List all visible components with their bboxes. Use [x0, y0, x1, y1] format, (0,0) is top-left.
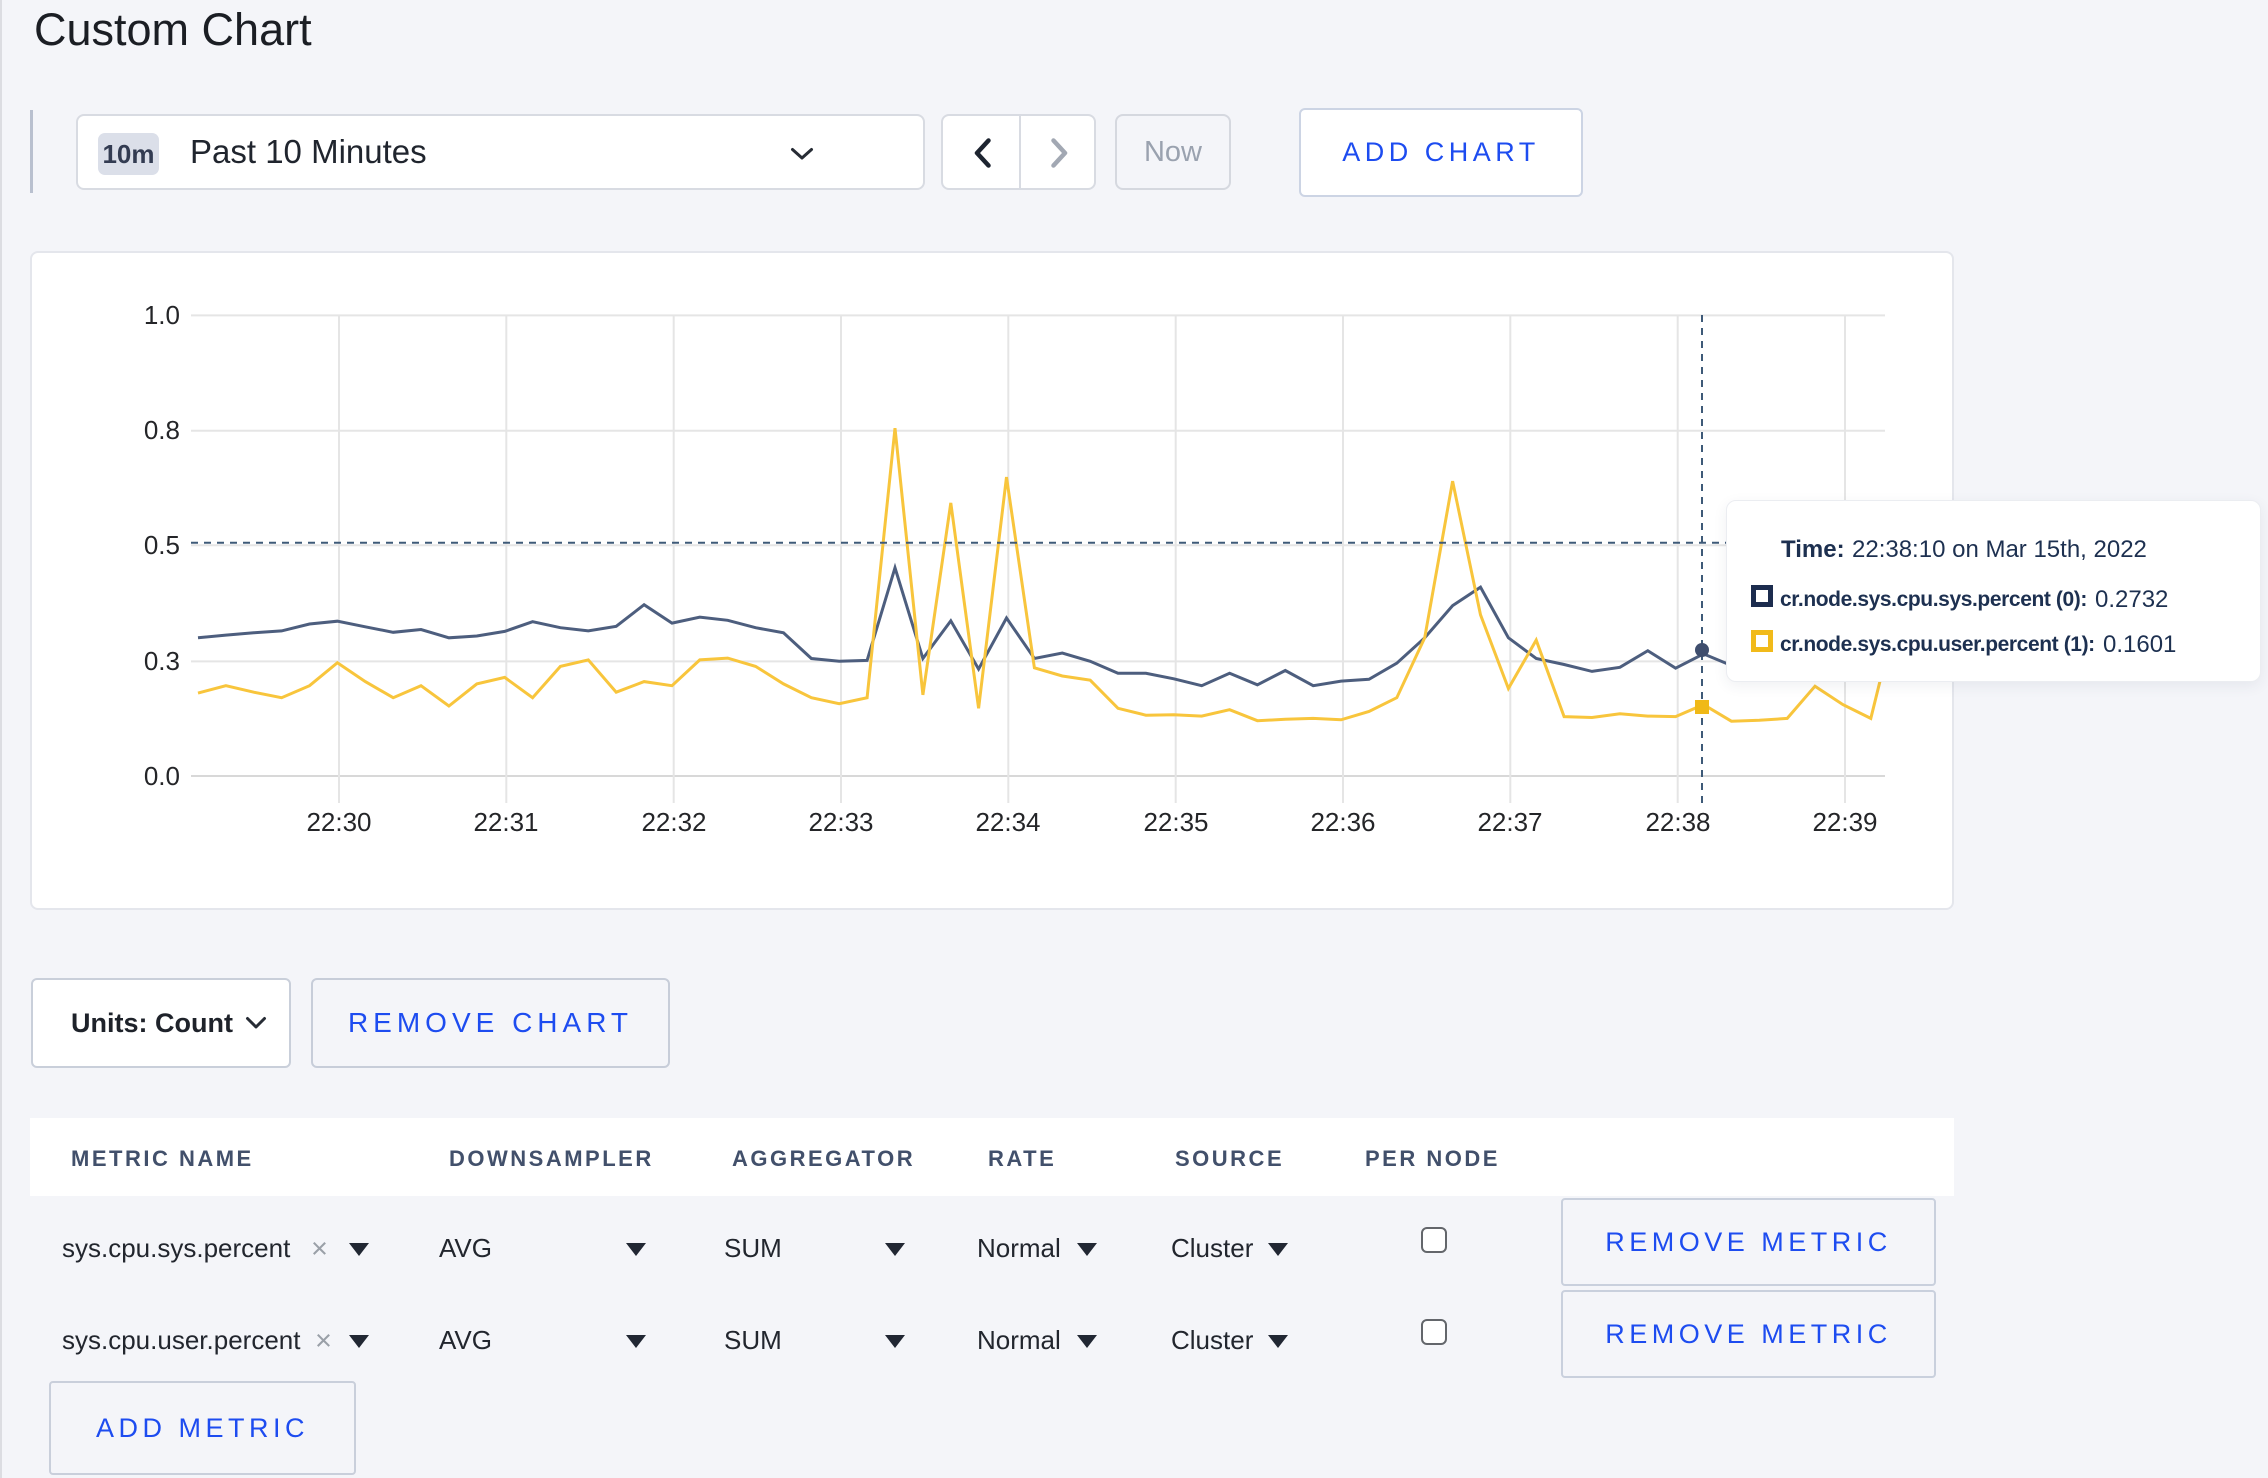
svg-text:22:39: 22:39	[1812, 807, 1877, 837]
svg-text:22:33: 22:33	[808, 807, 873, 837]
svg-text:22:31: 22:31	[473, 807, 538, 837]
svg-text:1.0: 1.0	[144, 300, 180, 330]
svg-text:22:36: 22:36	[1310, 807, 1375, 837]
svg-text:0.3: 0.3	[144, 646, 180, 676]
svg-text:0.8: 0.8	[144, 415, 180, 445]
svg-text:22:34: 22:34	[975, 807, 1040, 837]
svg-text:0.5: 0.5	[144, 530, 180, 560]
svg-text:22:35: 22:35	[1143, 807, 1208, 837]
svg-text:22:38: 22:38	[1645, 807, 1710, 837]
svg-text:0.0: 0.0	[144, 761, 180, 791]
svg-text:22:30: 22:30	[306, 807, 371, 837]
svg-text:22:37: 22:37	[1477, 807, 1542, 837]
svg-text:22:32: 22:32	[641, 807, 706, 837]
